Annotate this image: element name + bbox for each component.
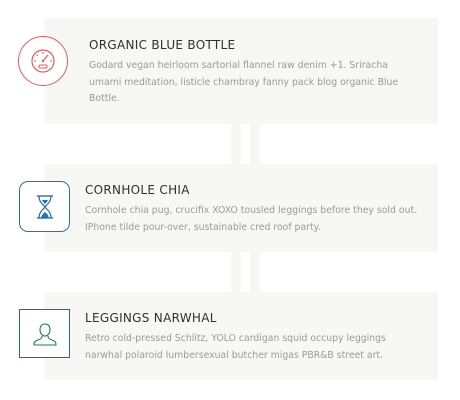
feature-description-2: Cornhole chia pug, crucifix XOXO tousled… — [85, 205, 418, 233]
connector-right-2 — [250, 252, 260, 292]
feature-icon-3 — [19, 309, 70, 358]
feature-title-2: CORNHOLE CHIA — [85, 183, 190, 197]
hourglass-icon — [36, 194, 53, 219]
connector-right-1 — [250, 124, 260, 164]
speedometer-icon — [31, 49, 55, 73]
user-icon — [32, 322, 57, 346]
feature-title-3: LEGGINGS NARWHAL — [85, 311, 217, 325]
feature-icon-2 — [19, 181, 70, 232]
feature-description-3: Retro cold-pressed Schlitz, YOLO cardiga… — [85, 333, 386, 361]
feature-description-1: Godard vegan heirloom sartorial flannel … — [89, 60, 399, 104]
connector-left-2 — [231, 252, 241, 292]
feature-title-1: ORGANIC BLUE BOTTLE — [89, 38, 236, 52]
connector-left-1 — [231, 124, 241, 164]
feature-icon-1 — [18, 36, 68, 86]
